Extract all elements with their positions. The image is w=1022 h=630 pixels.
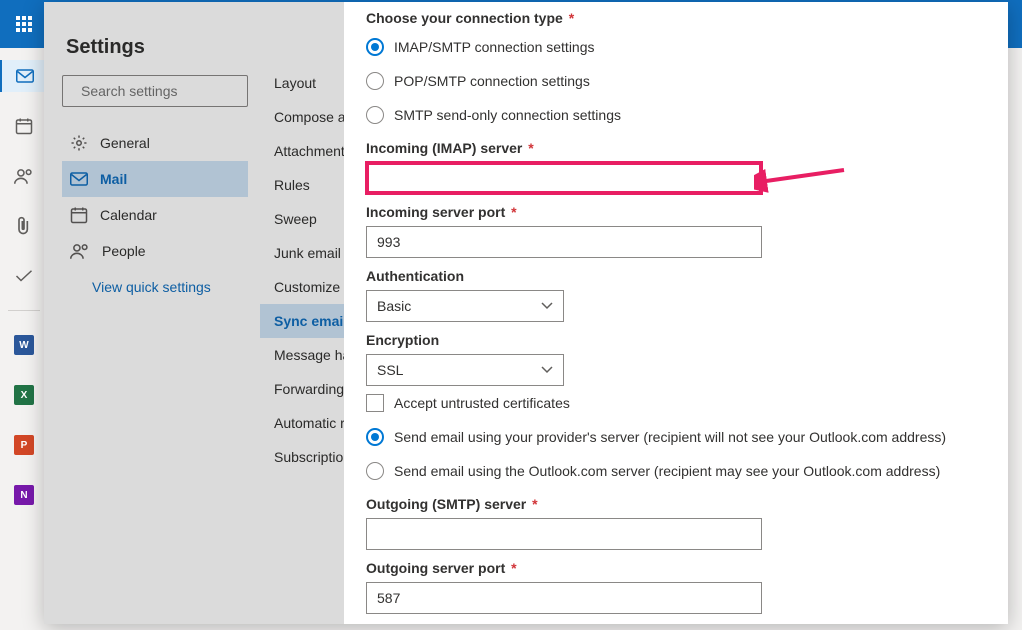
- radio-icon: [366, 72, 384, 90]
- sub-message-handling[interactable]: Message handling: [260, 338, 344, 372]
- settings-title: Settings: [66, 36, 248, 59]
- category-calendar-label: Calendar: [100, 207, 157, 223]
- radio-smtp-only[interactable]: SMTP send-only connection settings: [366, 106, 978, 124]
- auth-label: Authentication: [366, 268, 978, 284]
- settings-form-pane[interactable]: Choose your connection type * IMAP/SMTP …: [344, 2, 1008, 624]
- accept-untrusted-checkbox[interactable]: Accept untrusted certificates: [366, 394, 978, 412]
- category-people-label: People: [102, 243, 146, 259]
- view-quick-settings-link[interactable]: View quick settings: [92, 279, 248, 295]
- enc-label: Encryption: [366, 332, 978, 348]
- outgoing-server-label: Outgoing (SMTP) server *: [366, 496, 978, 512]
- auth-select[interactable]: Basic: [366, 290, 564, 322]
- sub-compose[interactable]: Compose and reply: [260, 100, 344, 134]
- auth-value: Basic: [377, 298, 411, 314]
- category-general[interactable]: General: [62, 125, 248, 161]
- radio-send-outlook[interactable]: Send email using the Outlook.com server …: [366, 462, 978, 480]
- incoming-server-input[interactable]: [366, 162, 762, 194]
- settings-panel: Settings General Mail: [44, 2, 1008, 624]
- sub-junk[interactable]: Junk email: [260, 236, 344, 270]
- people-icon: [70, 242, 90, 260]
- enc-value: SSL: [377, 362, 403, 378]
- category-people[interactable]: People: [62, 233, 248, 269]
- sub-attachments[interactable]: Attachments: [260, 134, 344, 168]
- settings-search-input[interactable]: [79, 82, 264, 100]
- category-general-label: General: [100, 135, 150, 151]
- sub-automatic-replies[interactable]: Automatic replies: [260, 406, 344, 440]
- chevron-down-icon: [541, 366, 553, 374]
- connection-type-title: Choose your connection type *: [366, 10, 978, 26]
- settings-categories: Settings General Mail: [44, 2, 260, 624]
- radio-icon: [366, 462, 384, 480]
- settings-search[interactable]: [62, 75, 248, 107]
- incoming-port-label: Incoming server port *: [366, 204, 978, 220]
- sub-layout[interactable]: Layout: [260, 66, 344, 100]
- enc-select[interactable]: SSL: [366, 354, 564, 386]
- radio-icon: [366, 38, 384, 56]
- sub-rules[interactable]: Rules: [260, 168, 344, 202]
- outgoing-server-input[interactable]: [366, 518, 762, 550]
- sub-sync-email[interactable]: Sync email: [260, 304, 344, 338]
- radio-icon: [366, 106, 384, 124]
- sub-subscriptions[interactable]: Subscriptions: [260, 440, 344, 474]
- category-calendar[interactable]: Calendar: [62, 197, 248, 233]
- incoming-server-label: Incoming (IMAP) server *: [366, 140, 978, 156]
- sub-customize[interactable]: Customize actions: [260, 270, 344, 304]
- sub-sweep[interactable]: Sweep: [260, 202, 344, 236]
- radio-imap-smtp[interactable]: IMAP/SMTP connection settings: [366, 38, 978, 56]
- radio-icon: [366, 428, 384, 446]
- calendar-icon: [70, 206, 88, 224]
- chevron-down-icon: [541, 302, 553, 310]
- incoming-port-input[interactable]: [366, 226, 762, 258]
- required-asterisk: *: [565, 10, 574, 26]
- checkbox-icon: [366, 394, 384, 412]
- settings-subitems: Layout Compose and reply Attachments Rul…: [260, 2, 344, 624]
- radio-send-provider[interactable]: Send email using your provider's server …: [366, 428, 978, 446]
- outgoing-port-label: Outgoing server port *: [366, 560, 978, 576]
- outgoing-port-input[interactable]: [366, 582, 762, 614]
- radio-pop-smtp[interactable]: POP/SMTP connection settings: [366, 72, 978, 90]
- gear-icon: [70, 134, 88, 152]
- category-mail-label: Mail: [100, 171, 127, 187]
- mail-icon: [70, 172, 88, 186]
- sub-forwarding[interactable]: Forwarding: [260, 372, 344, 406]
- category-mail[interactable]: Mail: [62, 161, 248, 197]
